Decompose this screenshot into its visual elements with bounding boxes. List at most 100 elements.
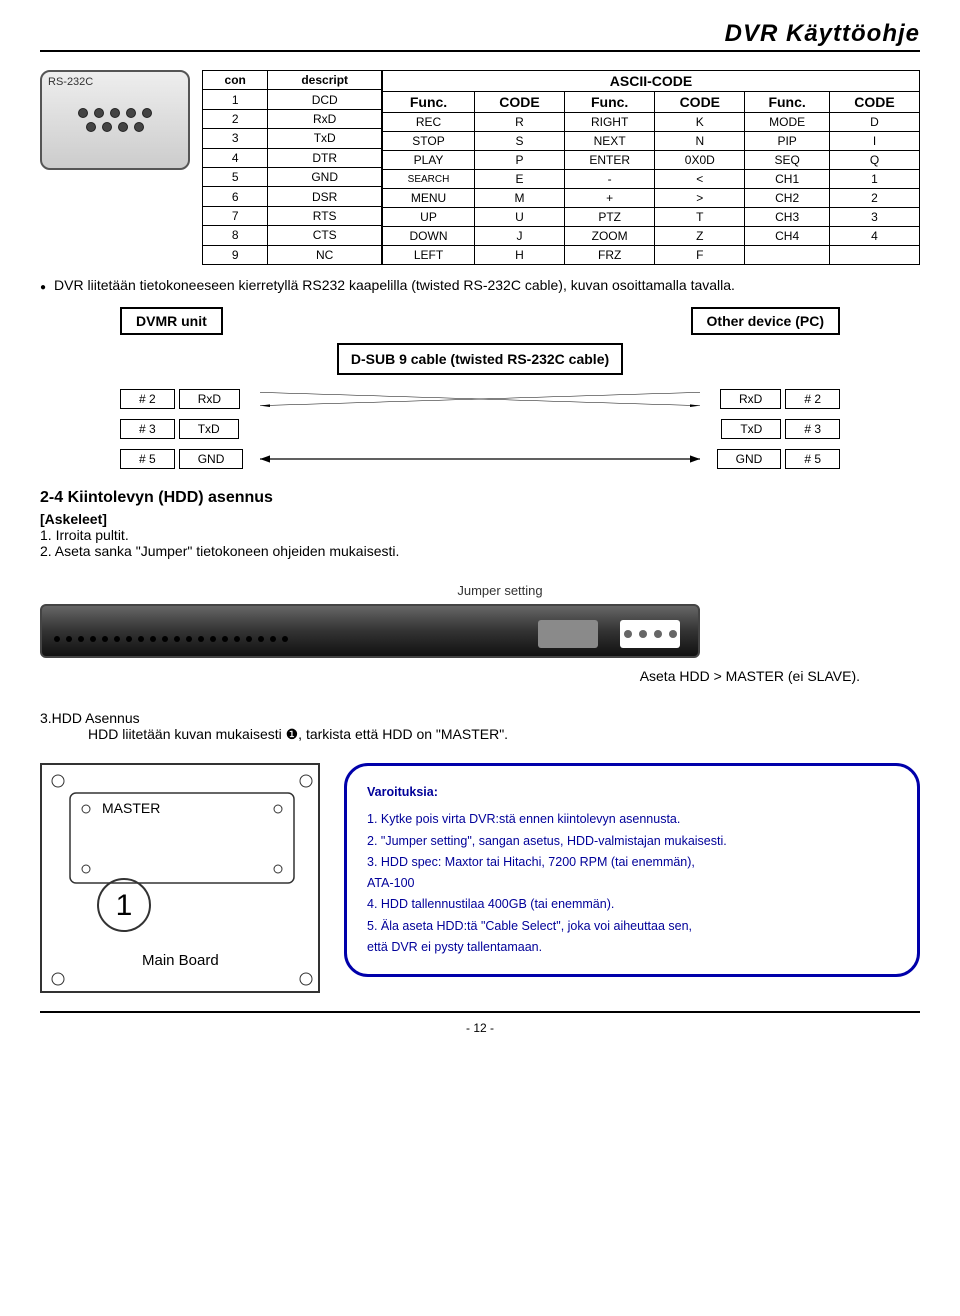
sh: Func.: [564, 92, 654, 113]
pin-rnum: # 2: [785, 389, 840, 409]
ac: CH3: [745, 208, 830, 227]
cn: 5: [203, 167, 268, 186]
caution-box: Varoituksia: 1. Kytke pois virta DVR:stä…: [344, 763, 920, 977]
ac: I: [829, 132, 919, 151]
pin-rnum: # 3: [785, 419, 840, 439]
rule-bottom: [40, 1011, 920, 1013]
ascii-header: ASCII-CODE: [383, 71, 920, 92]
ac: SEQ: [745, 151, 830, 170]
pin-lname: TxD: [179, 419, 239, 439]
pin-lname: RxD: [179, 389, 240, 409]
ac: >: [655, 189, 745, 208]
caution-item: että DVR ei pysty tallentamaan.: [367, 937, 897, 958]
cd: RTS: [268, 206, 382, 225]
power-connector: [620, 620, 680, 648]
step-2: 2. Aseta sanka "Jumper" tietokoneen ohje…: [40, 543, 920, 559]
ac: D: [829, 113, 919, 132]
pin-rname: TxD: [721, 419, 781, 439]
th-descript: descript: [268, 71, 382, 90]
ac: CH1: [745, 170, 830, 189]
pin-lnum: # 5: [120, 449, 175, 469]
ac: FRZ: [564, 246, 654, 265]
ac: REC: [383, 113, 475, 132]
ac: T: [655, 208, 745, 227]
ac: U: [475, 208, 565, 227]
ac: N: [655, 132, 745, 151]
ac: E: [475, 170, 565, 189]
cn: 6: [203, 187, 268, 206]
cn: 7: [203, 206, 268, 225]
cn: 8: [203, 226, 268, 245]
connector-label: RS-232C: [48, 76, 93, 88]
ascii-code-table: ASCII-CODE Func. CODE Func. CODE Func. C…: [382, 70, 920, 265]
sh: CODE: [829, 92, 919, 113]
pin-lnum: # 3: [120, 419, 175, 439]
ac: STOP: [383, 132, 475, 151]
caution-title: Varoituksia:: [367, 782, 897, 803]
ac: -: [564, 170, 654, 189]
cn: 9: [203, 245, 268, 264]
rule-top: [40, 50, 920, 52]
sh: Func.: [383, 92, 475, 113]
sh: CODE: [655, 92, 745, 113]
ac: 3: [829, 208, 919, 227]
dvmr-unit-box: DVMR unit: [120, 307, 223, 335]
ac: NEXT: [564, 132, 654, 151]
caution-item: 4. HDD tallennustilaa 400GB (tai enemmän…: [367, 894, 897, 915]
cn: 2: [203, 109, 268, 128]
ac: SEARCH: [383, 170, 475, 189]
ac: <: [655, 170, 745, 189]
ac: P: [475, 151, 565, 170]
page-number: - 12 -: [40, 1021, 920, 1035]
pin-rnum: # 5: [785, 449, 840, 469]
sh: CODE: [475, 92, 565, 113]
ac: DOWN: [383, 227, 475, 246]
ac: F: [655, 246, 745, 265]
pin-rname: GND: [717, 449, 782, 469]
main-board-diagram: 1 MASTER Main Board: [40, 763, 320, 993]
bullet-text: DVR liitetään tietokoneeseen kierretyllä…: [54, 277, 735, 293]
main-board-label: Main Board: [142, 952, 219, 969]
ac: J: [475, 227, 565, 246]
caution-item: ATA-100: [367, 873, 897, 894]
section-24-sub: [Askeleet]: [40, 511, 920, 527]
jumper-block: [538, 620, 598, 648]
ac: +: [564, 189, 654, 208]
cn: 1: [203, 90, 268, 109]
ac: CH4: [745, 227, 830, 246]
caution-item: 5. Äla aseta HDD:tä "Cable Select", joka…: [367, 916, 897, 937]
master-label: MASTER: [102, 800, 160, 816]
pin-lname: GND: [179, 449, 244, 469]
pin-lnum: # 2: [120, 389, 175, 409]
bullet-icon: ●: [40, 282, 46, 293]
other-device-box: Other device (PC): [691, 307, 840, 335]
ac: M: [475, 189, 565, 208]
ac: [829, 246, 919, 265]
ac: CH2: [745, 189, 830, 208]
ac: RIGHT: [564, 113, 654, 132]
cd: DCD: [268, 90, 382, 109]
caution-item: 2. "Jumper setting", sangan asetus, HDD-…: [367, 831, 897, 852]
cd: CTS: [268, 226, 382, 245]
cd: GND: [268, 167, 382, 186]
sh: Func.: [745, 92, 830, 113]
cn: 3: [203, 129, 268, 148]
wiring-diagram: DVMR unit Other device (PC) D-SUB 9 cabl…: [120, 307, 840, 469]
jumper-setting-label: Jumper setting: [440, 583, 560, 598]
th-con: con: [203, 71, 268, 90]
cd: TxD: [268, 129, 382, 148]
connector-table: con descript 1DCD 2RxD 3TxD 4DTR 5GND 6D…: [202, 70, 382, 265]
ac: R: [475, 113, 565, 132]
cd: DSR: [268, 187, 382, 206]
ac: Z: [655, 227, 745, 246]
caution-item: 1. Kytke pois virta DVR:stä ennen kiinto…: [367, 809, 897, 830]
ac: ZOOM: [564, 227, 654, 246]
ac: PIP: [745, 132, 830, 151]
ac: MENU: [383, 189, 475, 208]
one-label: 1: [116, 889, 133, 922]
section-24-title: 2-4 Kiintolevyn (HDD) asennus: [40, 489, 920, 507]
ac: PTZ: [564, 208, 654, 227]
ac: 4: [829, 227, 919, 246]
ac: UP: [383, 208, 475, 227]
ac: LEFT: [383, 246, 475, 265]
